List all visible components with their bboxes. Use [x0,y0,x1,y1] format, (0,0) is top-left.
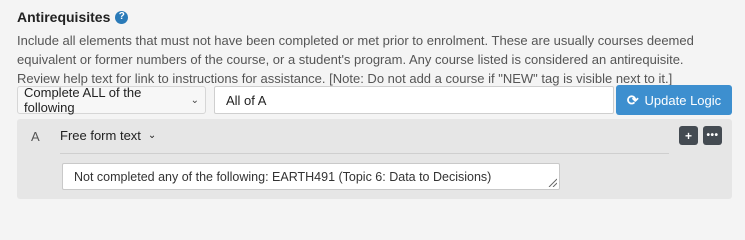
help-icon[interactable]: ? [115,10,129,24]
logic-input-value: All of A [226,92,267,108]
more-options-button[interactable]: ••• [703,126,722,145]
logic-select-value: Complete ALL of the following [24,85,142,115]
chevron-down-icon: ⌄ [147,130,157,141]
rule-letter: A [31,129,40,144]
logic-input[interactable]: All of A [214,86,614,114]
logic-select[interactable]: Complete ALL of the following ⌄ [17,85,206,115]
section-header: Antirequisites ? [17,9,129,25]
rule-text-field[interactable]: Not completed any of the following: EART… [62,163,560,190]
section-title: Antirequisites [17,9,111,25]
rule-panel: A Free form text ⌄ + ••• Not completed a… [17,119,732,199]
resize-grip-icon[interactable] [547,177,557,187]
section-description: Include all elements that must not have … [17,31,732,88]
rule-type-value: Free form text [60,128,141,143]
rule-text-value: Not completed any of the following: EART… [74,169,492,184]
add-rule-button[interactable]: + [679,126,698,145]
update-logic-button[interactable]: ⟳ Update Logic [616,85,732,115]
description-line: Include all elements that must not have … [17,33,694,48]
refresh-icon: ⟳ [626,91,639,108]
divider [60,153,669,154]
update-logic-label: Update Logic [644,92,722,108]
rule-type-select[interactable]: Free form text ⌄ [60,128,156,143]
more-icon: ••• [706,129,719,141]
chevron-down-icon: ⌄ [190,94,199,106]
description-line: equivalent or former numbers of the cour… [17,52,684,67]
plus-icon: + [684,128,692,143]
